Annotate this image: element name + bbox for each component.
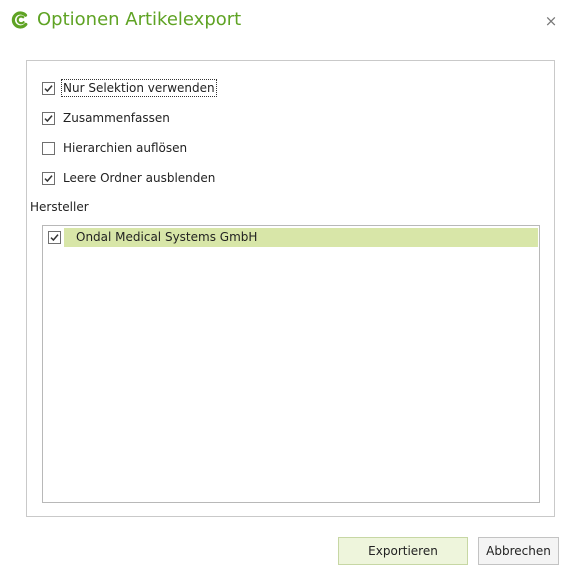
manufacturer-label: Hersteller: [30, 200, 89, 214]
list-item[interactable]: Ondal Medical Systems GmbH: [44, 228, 538, 247]
checkbox[interactable]: [42, 81, 55, 95]
option-summarize[interactable]: Zusammenfassen: [42, 109, 171, 127]
title-bar: Optionen Artikelexport ×: [0, 0, 565, 44]
option-label: Zusammenfassen: [63, 111, 170, 125]
checkbox[interactable]: [48, 231, 61, 244]
option-resolve-hierarchies[interactable]: Hierarchien auflösen: [42, 139, 188, 157]
manufacturer-list[interactable]: Ondal Medical Systems GmbH: [42, 225, 540, 503]
checkbox[interactable]: [42, 111, 55, 125]
close-button[interactable]: ×: [543, 13, 559, 29]
export-options-dialog: Optionen Artikelexport × Nur Selektion v…: [0, 0, 565, 570]
option-label: Leere Ordner ausblenden: [63, 171, 216, 185]
option-label: Hierarchien auflösen: [63, 141, 188, 155]
list-item-label: Ondal Medical Systems GmbH: [64, 228, 538, 247]
option-label: Nur Selektion verwenden: [61, 79, 217, 97]
checkbox[interactable]: [42, 171, 55, 185]
checkbox[interactable]: [42, 141, 55, 155]
option-hide-empty-folders[interactable]: Leere Ordner ausblenden: [42, 169, 216, 187]
cancel-button[interactable]: Abbrechen: [478, 537, 559, 565]
option-use-selection[interactable]: Nur Selektion verwenden: [42, 79, 217, 97]
options-panel: Nur Selektion verwenden Zusammenfassen H…: [26, 60, 555, 517]
export-button[interactable]: Exportieren: [338, 537, 468, 565]
app-logo-icon: [11, 11, 29, 29]
dialog-title: Optionen Artikelexport: [37, 9, 242, 30]
